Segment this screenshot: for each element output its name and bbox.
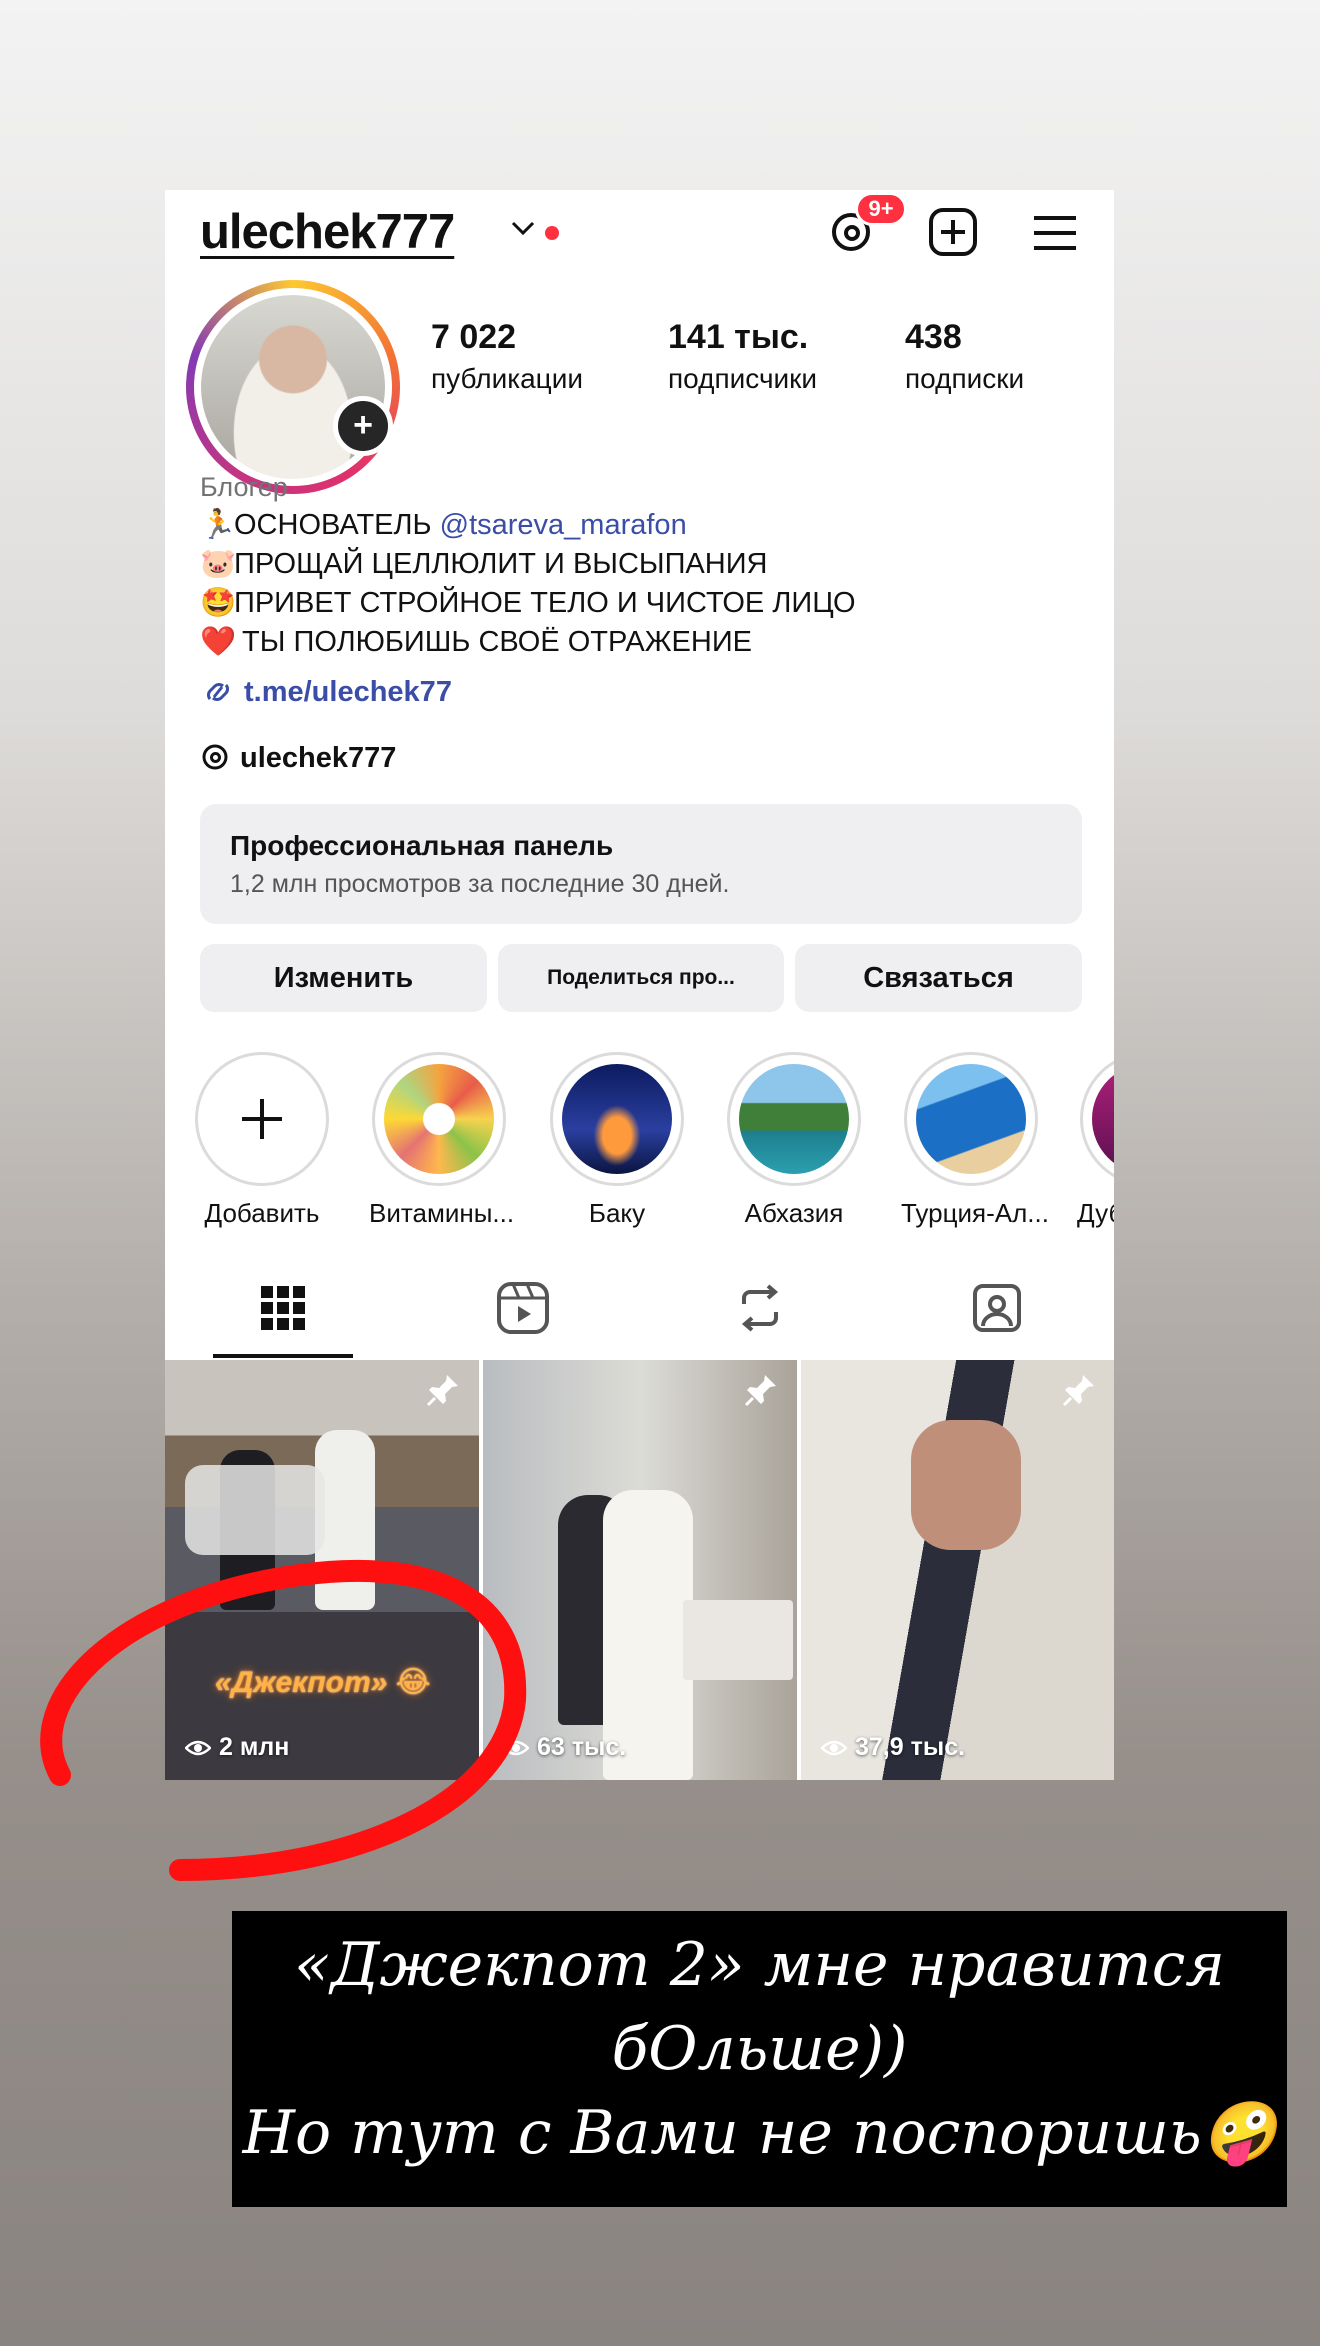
reels-icon[interactable]: [493, 1278, 553, 1338]
bio-text: ОСНОВАТЕЛЬ: [234, 509, 440, 541]
link-text: t.me/ulechek77: [244, 676, 452, 708]
highlight-label: Баку: [588, 1198, 646, 1228]
caption-line-3: Но тут с Вами не поспоришь🤪: [242, 2098, 1277, 2168]
bio-mention-link[interactable]: @tsareva_marafon: [440, 509, 687, 541]
followers-label: подписчики: [668, 363, 818, 394]
highlight-baku[interactable]: Баку: [547, 1052, 687, 1229]
stat-following[interactable]: 438 подписки: [905, 318, 1024, 395]
followers-count: 141 тыс.: [668, 318, 809, 356]
bio-text: ТЫ ПОЛЮБИШЬ СВОЁ ОТРАЖЕНИЕ: [234, 626, 753, 658]
highlight-vitamins[interactable]: Витамины...: [369, 1052, 515, 1229]
post-tile[interactable]: «Джекпот» 😂 2 млн: [165, 1360, 479, 1780]
reposts-icon[interactable]: [730, 1278, 790, 1338]
highlight-image: [916, 1064, 1026, 1174]
highlight-add[interactable]: Добавить: [192, 1052, 332, 1229]
bio-line: 🏃ОСНОВАТЕЛЬ @tsareva_marafon: [200, 508, 1080, 542]
hands-shape: [911, 1420, 1021, 1550]
story-caption: «Джекпот 2» мне нравится бОльше)) Но тут…: [232, 1911, 1287, 2207]
highlight-image: [739, 1064, 849, 1174]
highlight-dubai[interactable]: Дуб: [1077, 1052, 1114, 1229]
highlight-label: Абхазия: [744, 1198, 844, 1228]
notification-dot: [545, 226, 559, 240]
posts-grid: «Джекпот» 😂 2 млн 63 тыс. 37,9 тыс.: [165, 1360, 1114, 1780]
category-label: Блогер: [200, 472, 288, 502]
highlight-label: Дуб: [1077, 1198, 1114, 1228]
highlight-label: Добавить: [204, 1198, 320, 1228]
caption-line-2: бОльше)): [611, 2014, 908, 2084]
professional-dashboard[interactable]: Профессиональная панель 1,2 млн просмотр…: [200, 804, 1082, 924]
view-count-text: 2 млн: [219, 1733, 290, 1761]
profile-avatar[interactable]: [186, 280, 400, 494]
highlight-circle: [195, 1052, 329, 1186]
top-bar: ulechek777 9+: [165, 190, 1114, 278]
highlight-label: Витамины...: [369, 1198, 515, 1228]
stat-posts[interactable]: 7 022 публикации: [431, 318, 583, 395]
car-shape: [185, 1465, 325, 1555]
pin-icon: [1062, 1375, 1094, 1407]
post-tile[interactable]: 63 тыс.: [483, 1360, 797, 1780]
highlight-image: [384, 1064, 494, 1174]
following-label: подписки: [905, 363, 1025, 394]
bio-link[interactable]: t.me/ulechek77: [200, 676, 452, 709]
highlight-label: Турция-Ал...: [901, 1198, 1049, 1228]
view-count: 37,9 тыс.: [821, 1733, 965, 1762]
runner-emoji: 🏃: [200, 509, 237, 541]
caption-line-1: «Джекпот 2» мне нравится: [293, 1930, 1226, 2000]
grid-icon[interactable]: [253, 1278, 313, 1338]
edit-profile-button[interactable]: Изменить: [200, 944, 487, 1012]
threads-handle: ulechek777: [240, 742, 397, 774]
star-eyes-emoji: 🤩: [200, 587, 237, 619]
threads-icon: [202, 744, 228, 770]
profile-tabs: [165, 1260, 1114, 1360]
contact-button[interactable]: Связаться: [795, 944, 1082, 1012]
active-tab-indicator: [213, 1354, 353, 1358]
threads-badge: 9+: [855, 192, 907, 226]
tagged-icon[interactable]: [967, 1278, 1027, 1338]
link-icon: [207, 683, 229, 701]
bio-line: ❤️ ТЫ ПОЛЮБИШЬ СВОЁ ОТРАЖЕНИЕ: [200, 625, 1080, 659]
instagram-profile-screen: ulechek777 9+ + 7 022 публикации 141 тыс…: [165, 190, 1114, 1780]
pro-panel-subtitle: 1,2 млн просмотров за последние 30 дней.: [230, 870, 730, 898]
eye-icon: [503, 1740, 529, 1755]
highlight-abkhazia[interactable]: Абхазия: [724, 1052, 864, 1229]
bio-text: ПРОЩАЙ ЦЕЛЛЮЛИТ И ВЫСЫПАНИЯ: [234, 548, 768, 580]
bio-line: 🐷ПРОЩАЙ ЦЕЛЛЮЛИТ И ВЫСЫПАНИЯ: [200, 547, 1080, 581]
posts-count: 7 022: [431, 318, 517, 356]
add-story-icon[interactable]: +: [333, 396, 393, 456]
following-count: 438: [905, 318, 962, 356]
highlight-image: [562, 1064, 672, 1174]
stat-followers[interactable]: 141 тыс. подписчики: [668, 318, 817, 395]
view-count-text: 63 тыс.: [537, 1733, 627, 1761]
eye-icon: [821, 1740, 847, 1755]
highlight-image: [1092, 1064, 1114, 1174]
view-count: 2 млн: [185, 1733, 289, 1762]
posts-label: публикации: [431, 363, 583, 394]
menu-icon[interactable]: [1030, 208, 1080, 258]
view-count: 63 тыс.: [503, 1733, 626, 1762]
bio-text: ПРИВЕТ СТРОЙНОЕ ТЕЛО И ЧИСТОЕ ЛИЦО: [234, 587, 856, 619]
table-shape: [683, 1600, 793, 1680]
bio-line: 🤩ПРИВЕТ СТРОЙНОЕ ТЕЛО И ЧИСТОЕ ЛИЦО: [200, 586, 1080, 620]
create-post-icon[interactable]: [927, 206, 979, 258]
bio: Блогер 🏃ОСНОВАТЕЛЬ @tsareva_marafon 🐷ПРО…: [200, 472, 1080, 659]
share-profile-button[interactable]: Поделиться про...: [498, 944, 784, 1012]
eye-icon: [185, 1740, 211, 1755]
heart-emoji: ❤️: [200, 626, 237, 658]
pig-emoji: 🐷: [200, 548, 237, 580]
pin-icon: [744, 1375, 776, 1407]
plus-icon: [242, 1099, 282, 1139]
post-sticker-text: «Джекпот» 😂: [215, 1666, 431, 1699]
pro-panel-title: Профессиональная панель: [230, 830, 614, 861]
post-tile[interactable]: 37,9 тыс.: [801, 1360, 1114, 1780]
chevron-down-icon[interactable]: [510, 218, 536, 238]
username-switcher[interactable]: ulechek777: [200, 204, 455, 260]
threads-profile-link[interactable]: ulechek777: [200, 742, 396, 775]
pin-icon: [426, 1375, 458, 1407]
view-count-text: 37,9 тыс.: [855, 1733, 966, 1761]
highlight-turkey[interactable]: Турция-Ал...: [901, 1052, 1049, 1229]
